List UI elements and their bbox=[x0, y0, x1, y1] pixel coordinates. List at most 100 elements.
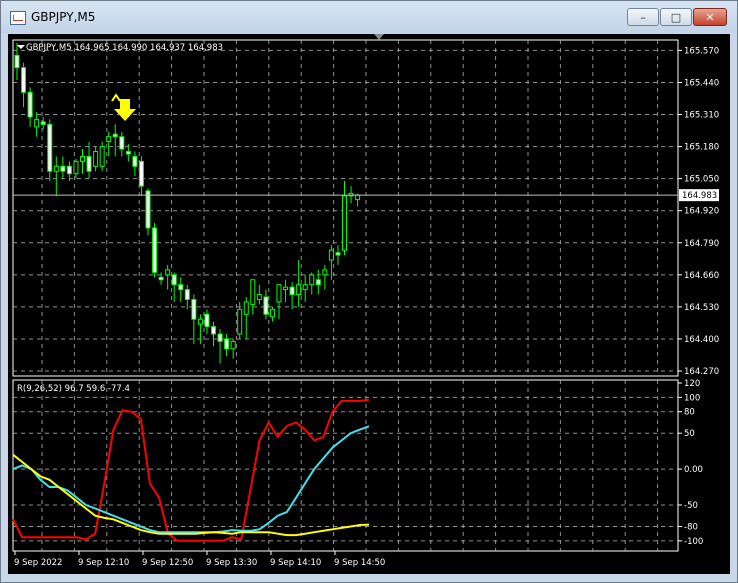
candle-body bbox=[14, 54, 20, 69]
arrow-tail bbox=[111, 93, 121, 102]
yellow-down-arrow-icon bbox=[111, 93, 136, 121]
terminal-window: GBPJPY,M5 – □ ✕ 165.570 165.440 165.310 165… bbox=[0, 0, 738, 583]
candle-body bbox=[283, 286, 289, 291]
price-axis-label: 165.310 bbox=[684, 111, 719, 121]
chart-window-icon bbox=[10, 11, 26, 25]
candle-body bbox=[322, 269, 328, 276]
chart-menu-triangle-icon bbox=[17, 45, 25, 49]
price-axis-label: 164.790 bbox=[684, 239, 719, 249]
indicator-header: R(9,26,52) 96.7 59.6 -77.4 bbox=[17, 384, 130, 394]
candle-body bbox=[309, 274, 315, 286]
candle-body bbox=[34, 118, 40, 128]
candle-body bbox=[302, 284, 308, 291]
candle-body bbox=[355, 194, 361, 201]
candle-body bbox=[80, 155, 85, 162]
price-axis-label: 164.530 bbox=[684, 303, 719, 313]
time-axis-label: 9 Sep 14:10 bbox=[270, 558, 321, 568]
candle-body bbox=[184, 289, 190, 300]
candle-body bbox=[211, 326, 216, 335]
time-axis-label: 9 Sep 13:30 bbox=[206, 558, 257, 568]
candle-body bbox=[99, 146, 105, 167]
candle-body bbox=[289, 286, 295, 296]
candle-body bbox=[269, 308, 275, 318]
candle-body bbox=[125, 151, 131, 155]
candle-body bbox=[237, 308, 243, 335]
price-axis-label: 164.660 bbox=[684, 271, 719, 281]
price-axis-label: 164.400 bbox=[684, 335, 719, 345]
indicator-axis-label: 120 bbox=[684, 379, 700, 389]
indicator-axis-label: 100 bbox=[684, 393, 700, 403]
indicator-axis-label: 80 bbox=[684, 408, 695, 418]
candle-body bbox=[40, 121, 46, 125]
indicator-axis-label: -100 bbox=[684, 537, 703, 547]
candle-body bbox=[138, 160, 144, 187]
candle-body bbox=[47, 123, 53, 172]
candle-body bbox=[106, 136, 112, 143]
maximize-icon: □ bbox=[670, 11, 682, 24]
maximize-button[interactable]: □ bbox=[660, 8, 692, 26]
candle-body bbox=[112, 133, 118, 138]
price-axis-label: 165.440 bbox=[684, 78, 719, 88]
time-axis-label: 9 Sep 12:10 bbox=[78, 558, 129, 568]
candle-body bbox=[250, 279, 256, 305]
chart-canvas[interactable]: 165.570 165.440 165.310 165.180 165.050 164.9… bbox=[8, 34, 730, 574]
candle-body bbox=[342, 195, 347, 251]
window-titlebar[interactable]: GBPJPY,M5 – □ ✕ bbox=[1, 1, 737, 33]
indicator-axis-label: 0.00 bbox=[684, 465, 703, 475]
candle-body bbox=[145, 190, 151, 229]
minimize-button[interactable]: – bbox=[627, 8, 659, 26]
candle-body bbox=[204, 313, 210, 328]
candle-body bbox=[165, 269, 171, 276]
candle-body bbox=[93, 151, 99, 167]
candle-body bbox=[217, 333, 223, 342]
indicator-axis-label: -50 bbox=[684, 501, 698, 511]
candle-body bbox=[315, 279, 321, 286]
candle-body bbox=[27, 91, 33, 118]
candle-body bbox=[178, 284, 184, 291]
candle-body bbox=[60, 165, 66, 172]
time-axis-label: 9 Sep 14:50 bbox=[334, 558, 385, 568]
close-button[interactable]: ✕ bbox=[693, 8, 727, 26]
candle-body bbox=[86, 155, 92, 172]
window-title: GBPJPY,M5 bbox=[31, 10, 96, 24]
candle-body bbox=[171, 274, 177, 286]
candle-body bbox=[335, 252, 341, 256]
candle-body bbox=[119, 136, 125, 150]
candle-body bbox=[152, 227, 158, 273]
indicator-axis-label: -80 bbox=[684, 522, 698, 532]
candle-body bbox=[296, 284, 302, 296]
price-axis-label: 164.920 bbox=[684, 207, 719, 217]
candle-body bbox=[328, 249, 334, 261]
time-axis-label: 9 Sep 2022 bbox=[14, 558, 62, 568]
price-axis-label: 164.270 bbox=[684, 367, 719, 377]
minimize-icon: – bbox=[640, 11, 646, 24]
candle-body bbox=[73, 160, 79, 175]
candle-body bbox=[66, 165, 72, 175]
indicator-panel-frame bbox=[12, 379, 679, 552]
chart-header: GBPJPY,M5 164.965 164.990 164.937 164.98… bbox=[26, 43, 223, 53]
chart-area[interactable]: 165.570 165.440 165.310 165.180 165.050 164.9… bbox=[8, 34, 730, 574]
candle-body bbox=[158, 276, 164, 281]
price-axis-label: 165.050 bbox=[684, 175, 719, 185]
candle-body bbox=[224, 338, 230, 350]
candle-body bbox=[256, 294, 262, 300]
price-axis-label: 165.180 bbox=[684, 143, 719, 153]
candle-body bbox=[132, 155, 138, 167]
candle-body bbox=[191, 298, 197, 320]
candle-body bbox=[263, 296, 269, 315]
arrow-shape bbox=[114, 99, 136, 121]
price-axis-label: 165.570 bbox=[684, 46, 719, 56]
time-axis-label: 9 Sep 12:50 bbox=[142, 558, 193, 568]
candle-body bbox=[21, 67, 27, 93]
indicator-series-9 bbox=[12, 398, 370, 542]
candle-body bbox=[243, 301, 249, 315]
indicator-axis-label: 50 bbox=[684, 429, 695, 439]
shift-marker-icon bbox=[374, 34, 384, 40]
current-price-label: 164.983 bbox=[682, 191, 717, 201]
close-icon: ✕ bbox=[705, 11, 715, 24]
candle-body bbox=[53, 165, 59, 172]
candle-body bbox=[197, 318, 203, 325]
indicator-series-26 bbox=[12, 425, 370, 534]
candle-body bbox=[276, 284, 282, 303]
candle-body bbox=[230, 340, 236, 350]
